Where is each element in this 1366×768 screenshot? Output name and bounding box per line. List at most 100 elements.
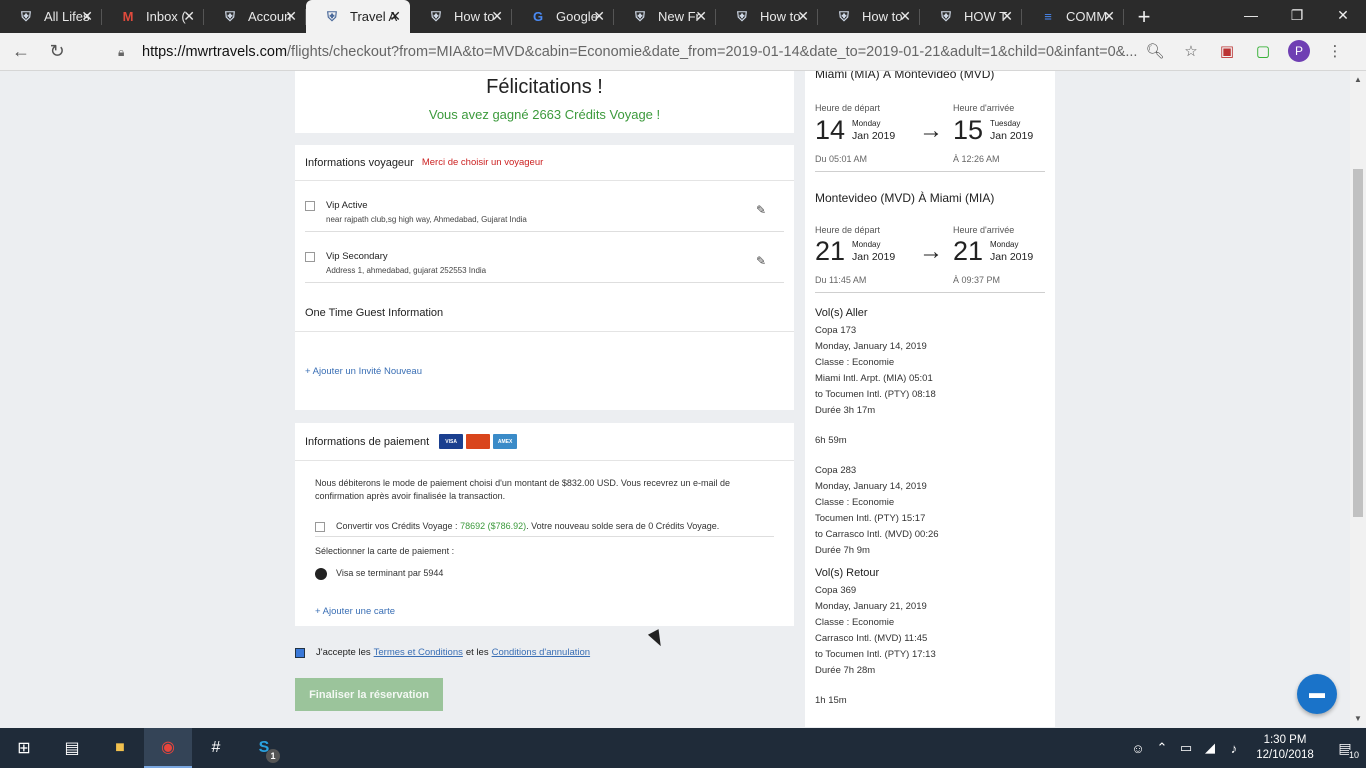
scroll-thumb[interactable] bbox=[1353, 169, 1363, 517]
browser-tab[interactable]: ⛨ How to ✕ bbox=[716, 0, 818, 33]
back-icon[interactable]: ← bbox=[6, 37, 36, 67]
task-view-icon[interactable]: ▤ bbox=[48, 728, 96, 768]
close-tab-icon[interactable]: ✕ bbox=[285, 9, 297, 23]
profile-avatar[interactable]: P bbox=[1288, 40, 1310, 62]
bookmark-star-icon[interactable]: ☆ bbox=[1180, 40, 1202, 62]
minimize-icon[interactable]: ― bbox=[1228, 0, 1274, 30]
arrow-right-icon: → bbox=[919, 117, 943, 144]
leg-line: Miami Intl. Arpt. (MIA) 05:01 bbox=[815, 373, 933, 384]
shield-icon: ⛨ bbox=[21, 8, 31, 24]
windows-start-icon[interactable]: ⊞ bbox=[0, 728, 48, 768]
flight-leg: Copa 283 Monday, January 14, 2019 Classe :… bbox=[815, 463, 1045, 559]
traveler-row[interactable]: Vip Secondary Address 1, ahmedabad, gujar… bbox=[305, 232, 784, 283]
skype-icon[interactable]: S1 bbox=[240, 728, 288, 768]
outbound-times: Heure de départ Heure d'arrivée 14 Monda… bbox=[815, 81, 1045, 177]
people-icon[interactable]: ☺ bbox=[1126, 728, 1150, 768]
leg-line: Durée 7h 9m bbox=[815, 545, 870, 556]
google-translate-icon: G bbox=[532, 9, 544, 24]
browser-tab[interactable]: ⛨ New Fr ✕ bbox=[614, 0, 716, 33]
scroll-down-icon[interactable]: ▼ bbox=[1354, 714, 1362, 723]
credits-amount: 78692 ($786.92) bbox=[460, 521, 527, 531]
close-tab-icon[interactable]: ✕ bbox=[695, 9, 707, 23]
cancellation-link[interactable]: Conditions d'annulation bbox=[492, 647, 590, 658]
edit-icon[interactable]: ✎ bbox=[756, 203, 766, 217]
pdf-extension-icon[interactable]: ▣ bbox=[1216, 40, 1238, 62]
congrats-title: Félicitations ! bbox=[486, 76, 603, 98]
close-tab-icon[interactable]: ✕ bbox=[389, 9, 401, 23]
leg-line: Copa 369 bbox=[815, 585, 857, 596]
shield-icon: ⛨ bbox=[431, 8, 441, 24]
payment-notice: Nous débiterons le mode de paiement choi… bbox=[315, 478, 730, 501]
chat-icon[interactable]: ▬ bbox=[1297, 674, 1337, 714]
extension-icon[interactable]: ▢ bbox=[1252, 40, 1274, 62]
traveler-address: near rajpath club,sg high way, Ahmedabad… bbox=[326, 215, 527, 224]
page-scrollbar[interactable]: ▲ ▼ bbox=[1350, 71, 1366, 727]
address-bar[interactable]: 🔒︎ https://mwrtravels.com/flights/checko… bbox=[110, 37, 1210, 67]
browser-tab[interactable]: G Google ✕ bbox=[512, 0, 614, 33]
chrome-icon[interactable]: ◉ bbox=[144, 728, 192, 768]
traveler-checkbox[interactable] bbox=[305, 201, 315, 211]
leg-line: Classe : Economie bbox=[815, 497, 895, 508]
tab-strip: ⛨ All Lifes ✕ M Inbox (✕ ⛨ Accoun ✕ ⛨ Travel A ✕ ⛨ H… bbox=[0, 0, 1366, 33]
scroll-up-icon[interactable]: ▲ bbox=[1354, 75, 1362, 84]
card-option-visa[interactable]: Visa se terminant par 5944 bbox=[315, 566, 774, 582]
close-tab-icon[interactable]: ✕ bbox=[81, 9, 93, 23]
convert-credits-row[interactable]: Convertir vos Crédits Voyage : 78692 ($7… bbox=[315, 515, 774, 537]
edit-icon[interactable]: ✎ bbox=[756, 254, 766, 268]
restore-icon[interactable]: ❐ bbox=[1274, 0, 1320, 30]
browser-tab[interactable]: M Inbox (✕ bbox=[102, 0, 204, 33]
browser-tab[interactable]: ⛨ How to ✕ bbox=[818, 0, 920, 33]
close-tab-icon[interactable]: ✕ bbox=[593, 9, 605, 23]
volume-icon[interactable]: ♪ bbox=[1222, 728, 1246, 768]
chevron-up-icon[interactable]: ⌃ bbox=[1150, 728, 1174, 768]
flight-leg: Copa 369 Monday, January 21, 2019 Classe :… bbox=[815, 583, 1045, 679]
shield-icon: ⛨ bbox=[225, 8, 235, 24]
slack-icon[interactable]: # bbox=[192, 728, 240, 768]
mastercard-icon bbox=[466, 434, 491, 449]
finalize-button[interactable]: Finaliser la réservation bbox=[295, 678, 443, 711]
add-guest-link[interactable]: + Ajouter un Invité Nouveau bbox=[305, 366, 422, 377]
traveler-checkbox[interactable] bbox=[305, 252, 315, 262]
close-tab-icon[interactable]: ✕ bbox=[899, 9, 911, 23]
radio-selected-icon[interactable] bbox=[315, 568, 327, 580]
convert-credits-checkbox[interactable] bbox=[315, 522, 325, 532]
taskbar: ⊞ ▤ ■ ◉ # S1 ☺ ⌃ ▭ ◢ ♪ 1:30 PM 12/10/201… bbox=[0, 728, 1366, 768]
shield-icon: ⛨ bbox=[941, 8, 951, 24]
close-tab-icon[interactable]: ✕ bbox=[491, 9, 503, 23]
browser-tab[interactable]: ⛨ Travel A ✕ bbox=[306, 0, 410, 33]
browser-tab[interactable]: ⛨ How to ✕ bbox=[410, 0, 512, 33]
payment-panel: Informations de paiement VISA AMEX Nous … bbox=[295, 423, 794, 626]
browser-tab[interactable]: ≡ COMM ✕ bbox=[1022, 0, 1124, 33]
browser-tab[interactable]: ⛨ Accoun ✕ bbox=[204, 0, 306, 33]
browser-tab[interactable]: ⛨ HOW T ✕ bbox=[920, 0, 1022, 33]
menu-icon[interactable]: ⋮ bbox=[1324, 40, 1346, 62]
close-tab-icon[interactable]: ✕ bbox=[797, 9, 809, 23]
retour-heading: Vol(s) Retour bbox=[815, 567, 880, 579]
clock[interactable]: 1:30 PM 12/10/2018 bbox=[1246, 733, 1324, 763]
leg-line: Copa 173 bbox=[815, 325, 857, 336]
leg-line: Monday, January 14, 2019 bbox=[815, 481, 927, 492]
reload-icon[interactable]: ↻ bbox=[42, 37, 72, 67]
traveler-row[interactable]: Vip Active near rajpath club,sg high way,… bbox=[305, 181, 784, 232]
leg-line: Durée 3h 17m bbox=[815, 405, 876, 416]
add-card-link[interactable]: + Ajouter une carte bbox=[315, 606, 395, 617]
battery-icon[interactable]: ▭ bbox=[1174, 728, 1198, 768]
terms-link[interactable]: Termes et Conditions bbox=[374, 647, 463, 658]
divider bbox=[815, 292, 1045, 293]
traveler-name: Vip Active bbox=[326, 200, 368, 211]
zoom-icon[interactable]: 🔍︎ bbox=[1144, 40, 1166, 62]
notification-icon[interactable]: ▤ 10 bbox=[1324, 728, 1366, 768]
close-icon[interactable]: ✕ bbox=[1320, 0, 1366, 30]
page-viewport: Félicitations ! Vous avez gagné 2663 Cré… bbox=[0, 71, 1350, 727]
file-explorer-icon[interactable]: ■ bbox=[96, 728, 144, 768]
browser-tab[interactable]: ⛨ All Lifes ✕ bbox=[0, 0, 102, 33]
mouse-cursor bbox=[647, 629, 667, 649]
new-tab-button[interactable]: + bbox=[1124, 0, 1164, 33]
congrats-panel: Félicitations ! Vous avez gagné 2663 Cré… bbox=[295, 71, 794, 133]
close-tab-icon[interactable]: ✕ bbox=[183, 9, 195, 23]
terms-checkbox[interactable] bbox=[295, 647, 305, 658]
close-tab-icon[interactable]: ✕ bbox=[1001, 9, 1013, 23]
close-tab-icon[interactable]: ✕ bbox=[1103, 9, 1115, 23]
outbound-dep-day: 14 bbox=[815, 115, 846, 145]
wifi-icon[interactable]: ◢ bbox=[1198, 728, 1222, 768]
